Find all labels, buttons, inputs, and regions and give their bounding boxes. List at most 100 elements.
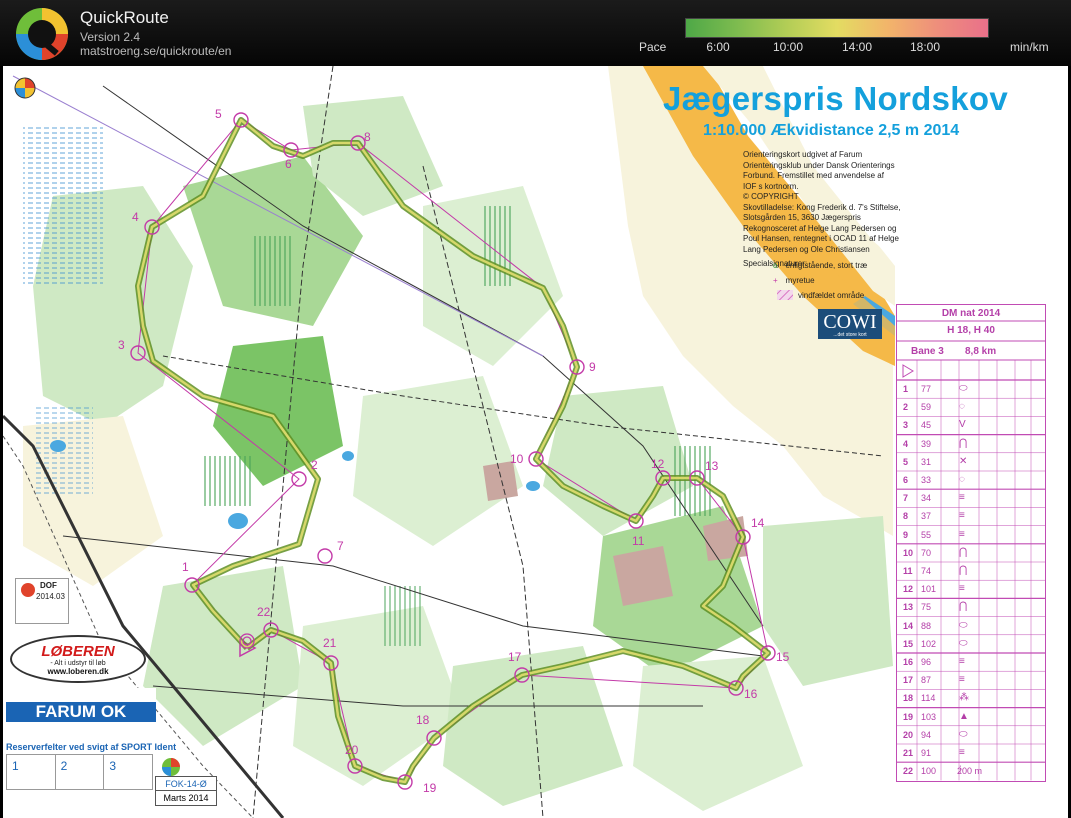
- control-number-label: 13: [705, 459, 719, 473]
- control-number-label: 3: [118, 338, 125, 352]
- quickroute-logo-icon: [16, 8, 68, 60]
- control-number: 9: [903, 529, 909, 540]
- control-number-label: 18: [416, 713, 430, 727]
- control-number: 19: [903, 711, 914, 722]
- feature-symbol: ⬭: [959, 728, 968, 740]
- control-number-label: 7: [337, 539, 344, 553]
- control-code: 39: [921, 438, 932, 449]
- control-code: 91: [921, 748, 932, 758]
- control-code: 103: [921, 711, 937, 722]
- feature-symbol: ▲: [959, 710, 969, 722]
- pace-tick: 18:00: [909, 40, 941, 54]
- control-number-label: 22: [257, 605, 271, 619]
- si-box: 2: [56, 755, 105, 789]
- map-title: Jægerspris Nordskov: [663, 80, 1008, 117]
- control-number: 8: [903, 511, 909, 522]
- control-code: 55: [921, 529, 932, 540]
- control-number-label: 6: [285, 157, 292, 171]
- control-code: 100: [921, 766, 937, 777]
- dof-stamp: DOF 2014.03: [15, 578, 69, 624]
- control-number-label: 14: [751, 516, 765, 530]
- control-number: 4: [903, 438, 909, 449]
- control-number-label: 21: [323, 636, 337, 650]
- legend-item-anthill: + myretue: [773, 276, 815, 285]
- pace-tick: 14:00: [841, 40, 873, 54]
- sport-ident-note: Reserverfelter ved svigt af SPORT Ident: [6, 742, 177, 752]
- farum-ok-logo: FARUM OK: [6, 688, 156, 730]
- control-number-label: 4: [132, 210, 139, 224]
- control-code: 94: [921, 729, 932, 740]
- app-url[interactable]: matstroeng.se/quickroute/en: [80, 44, 231, 58]
- app-name: QuickRoute: [80, 8, 169, 27]
- si-box: 3: [109, 759, 117, 773]
- control-number-label: 11: [632, 534, 645, 548]
- feature-symbol: ⋂: [959, 601, 968, 613]
- feature-symbol: ⁂: [959, 692, 969, 704]
- feature-symbol: ⬭: [959, 619, 968, 631]
- control-number: 13: [903, 602, 914, 613]
- control-number-label: 20: [345, 743, 359, 757]
- control-number: 2: [903, 402, 909, 413]
- control-number-label: 2: [311, 458, 318, 472]
- control-number-label: 17: [508, 650, 522, 664]
- control-code: 74: [921, 566, 932, 576]
- compass-icon: [162, 758, 180, 776]
- control-number-label: 12: [651, 457, 665, 471]
- feature-symbol: ⬭: [959, 637, 968, 649]
- control-number: 12: [903, 584, 914, 595]
- legend-item-tree: o énligtstående, stort træ: [773, 261, 868, 270]
- legend-item-windthrow: vindfældet område: [798, 291, 865, 300]
- pace-tick: 6:00: [706, 40, 730, 54]
- control-number-label: 8: [364, 130, 371, 144]
- pace-tick: 10:00: [772, 40, 804, 54]
- feature-symbol: ⋂: [959, 546, 968, 558]
- control-code: 96: [921, 657, 932, 667]
- control-number: 16: [903, 657, 914, 667]
- control-code: 59: [921, 402, 932, 413]
- control-code: 31: [921, 456, 932, 467]
- control-code: 37: [921, 511, 932, 522]
- control-code: 102: [921, 638, 937, 649]
- control-number: 10: [903, 547, 914, 558]
- control-number: 5: [903, 456, 909, 467]
- pace-label: Pace: [639, 40, 667, 54]
- windthrow-swatch: [777, 290, 793, 300]
- feature-symbol: ⬭: [959, 383, 968, 394]
- control-number: 15: [903, 638, 914, 649]
- control-number: 1: [903, 384, 909, 394]
- dof-icon: [21, 583, 35, 597]
- control-number: 17: [903, 675, 914, 686]
- feature-symbol: ◌: [959, 474, 965, 485]
- feature-symbol: V: [959, 419, 966, 431]
- control-code: 87: [921, 675, 932, 686]
- control-code: 77: [921, 384, 932, 394]
- control-number-label: 9: [589, 360, 596, 374]
- si-box: 1: [7, 755, 56, 789]
- feature-symbol: ≡: [959, 528, 965, 540]
- feature-symbol: ≡: [959, 656, 965, 667]
- control-code: 75: [921, 602, 932, 613]
- control-code: 34: [921, 493, 932, 504]
- map-credits: Orienteringskort udgivet af Farum Orient…: [743, 150, 901, 268]
- control-number: 7: [903, 493, 909, 504]
- compass-icon: [14, 77, 36, 99]
- control-code: 88: [921, 620, 932, 631]
- control-number-label: 15: [776, 650, 790, 664]
- control-code: 101: [921, 584, 937, 595]
- feature-symbol: ⋂: [959, 565, 968, 576]
- loberen-logo: LØBEREN - Alt i udstyr til løb www.lober…: [10, 635, 146, 683]
- control-number: 11: [903, 566, 913, 576]
- control-code: 70: [921, 547, 932, 558]
- control-description-sheet: DM nat 2014 H 18, H 40 Bane 3 8,8 km 1 77…: [896, 304, 1046, 782]
- control-code: 114: [921, 693, 936, 704]
- feature-symbol: ◌: [959, 401, 965, 413]
- control-number: 22: [903, 766, 914, 777]
- control-number: 14: [903, 620, 914, 631]
- feature-symbol: ⋂: [959, 437, 968, 449]
- control-number-label: 10: [510, 452, 524, 466]
- feature-symbol: ≡: [959, 510, 965, 522]
- control-number-label: 1: [182, 560, 189, 574]
- orienteering-map[interactable]: 1 2 3 4 5 6 7 8 9 10 11 12 13 14 15 16 17 18 19 20 21 22 Jæge…: [3, 66, 1068, 818]
- app-version: Version 2.4: [80, 30, 141, 44]
- control-code: 45: [921, 420, 932, 431]
